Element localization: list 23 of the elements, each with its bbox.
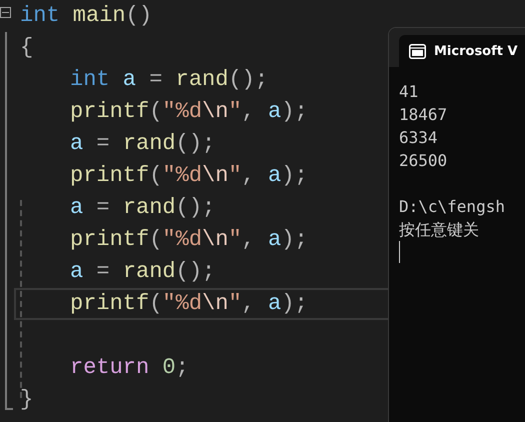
code-line: a = rand(); [70,258,216,286]
code-line: { [20,34,34,62]
code-line: a = rand(); [70,194,216,222]
code-line: printf("%d\n", a); [70,226,308,254]
code-line: int a = rand(); [70,66,268,94]
code-line: printf("%d\n", a); [70,162,308,190]
code-line: printf("%d\n", a); [70,98,308,126]
console-output: 26500 [399,150,448,172]
code-line: int main() [20,2,152,30]
code-line: return 0; [70,354,189,382]
code-line: } [20,386,34,414]
console-output: 按任意键关 [399,219,480,241]
console-output: 41 [399,81,420,103]
console-output: 18467 [399,104,448,126]
terminal-icon [409,44,426,58]
code-line: a = rand(); [70,130,216,158]
console-output: 6334 [399,127,439,149]
text-cursor [399,241,400,263]
code-line: printf("%d\n", a); [70,290,308,318]
console-output: D:\c\fengsh [399,196,506,218]
collapse-icon[interactable] [0,7,11,18]
console-tab[interactable]: Microsoft V [399,35,525,67]
window-title: Microsoft V [434,44,518,58]
